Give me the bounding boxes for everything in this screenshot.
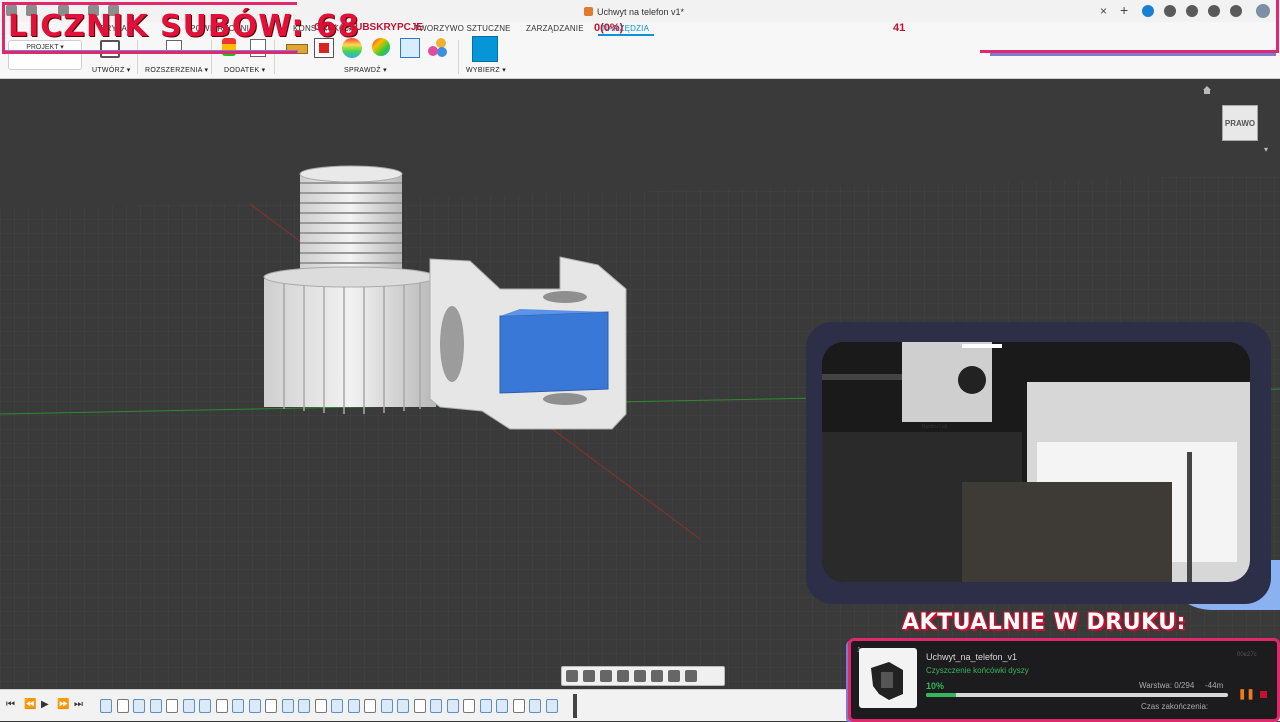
print-file-name: Uchwyt_na_telefon_v1 xyxy=(926,652,1018,662)
print-percent: 10% xyxy=(926,681,945,691)
timeline-feature[interactable] xyxy=(545,699,558,713)
section-analysis-icon[interactable] xyxy=(400,38,420,58)
timeline-feature[interactable] xyxy=(149,699,162,713)
print-thumbnail xyxy=(859,648,917,708)
printer-brand-label: Bambu Lab xyxy=(922,424,948,430)
timeline-feature[interactable] xyxy=(413,699,426,713)
orbit-icon[interactable] xyxy=(566,670,578,682)
document-tab[interactable]: Uchwyt na telefon v1* xyxy=(584,2,724,21)
timeline-feature[interactable] xyxy=(248,699,261,713)
viewports-icon[interactable] xyxy=(685,670,697,682)
timeline-feature[interactable] xyxy=(397,699,409,713)
viewcube-menu-icon[interactable]: ▾ xyxy=(1264,145,1268,154)
timeline-feature[interactable] xyxy=(215,699,228,713)
timeline-feature[interactable] xyxy=(347,699,360,713)
timeline-feature[interactable] xyxy=(265,699,277,713)
print-progress-fill xyxy=(926,693,957,697)
overlay-frame xyxy=(980,0,1279,53)
timeline-feature[interactable] xyxy=(166,699,178,713)
tab-manage[interactable]: ZARZĄDZANIE xyxy=(526,24,584,33)
zebra-analysis-icon[interactable] xyxy=(372,38,390,56)
grid-settings-icon[interactable] xyxy=(668,670,680,682)
printer-camera-feed: Bambu Lab xyxy=(822,342,1250,582)
printer-serial: 00e27c xyxy=(1237,652,1257,658)
pan-icon[interactable] xyxy=(600,670,612,682)
group-create[interactable]: UTWÓRZ ▾ xyxy=(92,66,131,74)
display-settings-icon[interactable] xyxy=(651,670,663,682)
pause-icon[interactable]: ❚❚ xyxy=(1238,689,1255,700)
timeline-prev-button[interactable]: ⏪ xyxy=(24,699,36,710)
divider xyxy=(458,40,459,74)
sub-counter: LICZNIK SUBÓW: 68 xyxy=(8,9,360,44)
print-heading: AKTUALNIE W DRUKU: xyxy=(902,610,1186,635)
component-color-icon[interactable] xyxy=(428,38,448,58)
group-inspect[interactable]: SPRAWDŹ ▾ xyxy=(344,66,387,74)
stop-icon[interactable] xyxy=(1260,691,1267,698)
timeline-feature[interactable] xyxy=(512,699,525,713)
timeline-play-button[interactable]: ▶ xyxy=(41,699,49,710)
timeline-feature[interactable] xyxy=(133,699,145,713)
timeline-next-button[interactable]: ⏩ xyxy=(57,699,69,710)
print-stage: Czyszczenie końcówki dyszy xyxy=(926,666,1029,675)
sub-goal-target: 41 xyxy=(893,22,906,34)
timeline-feature[interactable] xyxy=(364,699,376,713)
timeline-feature[interactable] xyxy=(281,699,294,713)
selected-face[interactable] xyxy=(499,311,609,394)
timeline-last-button[interactable]: ⏭ xyxy=(74,699,83,710)
document-title: Uchwyt na telefon v1* xyxy=(597,6,685,17)
navigation-bar xyxy=(561,666,725,686)
timeline-marker[interactable] xyxy=(573,694,577,718)
timeline-first-button[interactable]: ⏮ xyxy=(6,699,15,710)
timeline-feature[interactable] xyxy=(479,699,492,713)
viewcube[interactable]: PRAWO xyxy=(1222,105,1258,141)
timeline-feature[interactable] xyxy=(232,699,244,713)
timeline-feature[interactable] xyxy=(446,699,459,713)
active-tab-indicator xyxy=(598,34,654,36)
zoom-icon[interactable] xyxy=(617,670,629,682)
group-addins[interactable]: DODATEK ▾ xyxy=(224,66,265,74)
print-layer: Warstwa: 0/294 xyxy=(1139,681,1195,690)
viewcube-face-label: PRAWO xyxy=(1224,118,1256,128)
timeline-feature[interactable] xyxy=(100,699,112,713)
timeline-feature[interactable] xyxy=(199,699,211,713)
print-eta-label: Czas zakończenia: xyxy=(1141,702,1209,711)
timeline-feature[interactable] xyxy=(463,699,475,713)
select-tool-icon[interactable] xyxy=(472,36,498,62)
timeline-feature[interactable] xyxy=(298,699,310,713)
part-thumbnail xyxy=(871,662,903,700)
timeline-feature[interactable] xyxy=(380,699,393,713)
camera-image: Bambu Lab xyxy=(822,342,1250,582)
timeline-feature[interactable] xyxy=(430,699,442,713)
timeline-feature[interactable] xyxy=(182,699,195,713)
timeline-feature[interactable] xyxy=(116,699,129,713)
look-at-icon[interactable] xyxy=(583,670,595,682)
zoom-window-icon[interactable] xyxy=(634,670,646,682)
print-progress-bar xyxy=(926,693,1228,697)
timeline-feature[interactable] xyxy=(496,699,508,713)
group-extensions[interactable]: ROZSZERZENIA ▾ xyxy=(145,66,208,74)
timeline-feature[interactable] xyxy=(314,699,327,713)
print-status-panel: 1 Uchwyt_na_telefon_v1 Czyszczenie końcó… xyxy=(848,638,1280,722)
sub-goal-progress: 0(0%) xyxy=(594,22,624,34)
tab-plastic[interactable]: TWORZYWO SZTUCZNE xyxy=(414,24,511,33)
group-select[interactable]: WYBIERZ ▾ xyxy=(466,66,506,74)
home-icon[interactable] xyxy=(1202,85,1212,95)
document-cube-icon xyxy=(584,7,593,16)
knurled-nut xyxy=(263,266,437,414)
print-remaining-time: -44m xyxy=(1205,681,1224,690)
sub-goal-label: CEL: 1 SUBSKRYPCJE xyxy=(314,22,424,33)
timeline-feature[interactable] xyxy=(529,699,541,713)
timeline-feature[interactable] xyxy=(331,699,343,713)
